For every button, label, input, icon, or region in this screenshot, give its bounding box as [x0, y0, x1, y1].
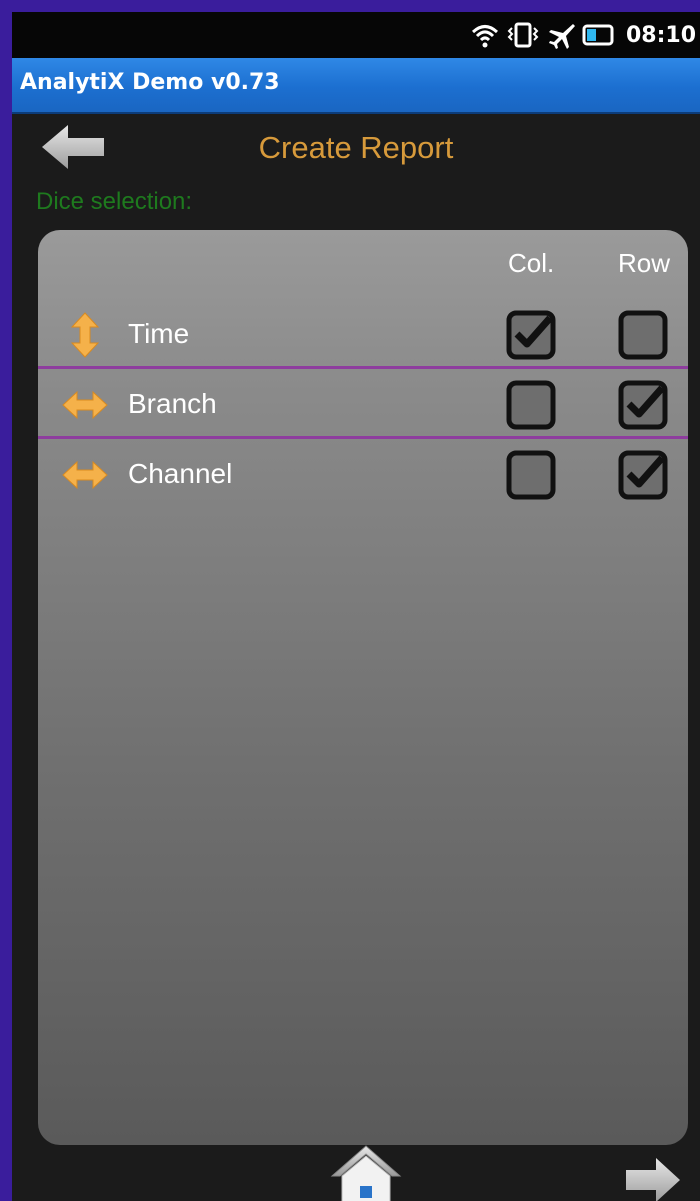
- dimension-label-time: Time: [128, 318, 190, 349]
- horizontal-arrows-icon: [62, 390, 108, 420]
- time-col-checkbox[interactable]: [506, 310, 556, 360]
- checkbox-unchecked-icon: [506, 450, 556, 500]
- dimension-row-branch[interactable]: Branch: [38, 370, 688, 440]
- checkbox-unchecked-icon: [618, 310, 668, 360]
- forward-arrow-icon: [626, 1158, 680, 1201]
- vertical-arrows-icon: [70, 312, 100, 358]
- page-title: Create Report: [258, 130, 454, 165]
- app-title: AnalytiX Demo v0.73: [20, 70, 280, 95]
- wifi-icon: [471, 25, 498, 48]
- dimension-label-branch: Branch: [128, 388, 217, 419]
- home-button[interactable]: [328, 1142, 404, 1201]
- device-screen: 08:10 AnalytiX Demo v0.73 Create Report …: [12, 12, 700, 1201]
- time-row-checkbox[interactable]: [618, 310, 668, 360]
- horizontal-arrows-icon: [62, 460, 108, 490]
- section-label: Dice selection:: [36, 188, 193, 215]
- column-header-col: Col.: [508, 248, 555, 278]
- row-separator: [38, 436, 688, 439]
- status-bar: 08:10: [12, 12, 700, 58]
- channel-col-checkbox[interactable]: [506, 450, 556, 500]
- checkbox-unchecked-icon: [506, 380, 556, 430]
- column-header-row: Row: [618, 248, 671, 278]
- home-icon: [330, 1145, 402, 1201]
- checkbox-checked-icon: [506, 310, 556, 360]
- battery-icon: [582, 24, 614, 46]
- dimension-row-time[interactable]: Time: [38, 300, 688, 370]
- vibrate-icon: [507, 22, 539, 48]
- status-icons: 08:10: [470, 12, 700, 58]
- channel-row-checkbox[interactable]: [618, 450, 668, 500]
- checkbox-checked-icon: [618, 380, 668, 430]
- status-time: 08:10: [625, 22, 696, 48]
- dimension-row-channel[interactable]: Channel: [38, 440, 688, 510]
- row-separator: [38, 366, 688, 369]
- app-title-bar: AnalytiX Demo v0.73: [12, 58, 700, 114]
- dimension-label-channel: Channel: [128, 458, 233, 489]
- next-button[interactable]: [622, 1152, 684, 1201]
- branch-col-checkbox[interactable]: [506, 380, 556, 430]
- checkbox-checked-icon: [618, 450, 668, 500]
- dice-selection-panel: Col. Row Time Branch Channel: [38, 230, 688, 1145]
- airplane-icon: [548, 24, 575, 49]
- branch-row-checkbox[interactable]: [618, 380, 668, 430]
